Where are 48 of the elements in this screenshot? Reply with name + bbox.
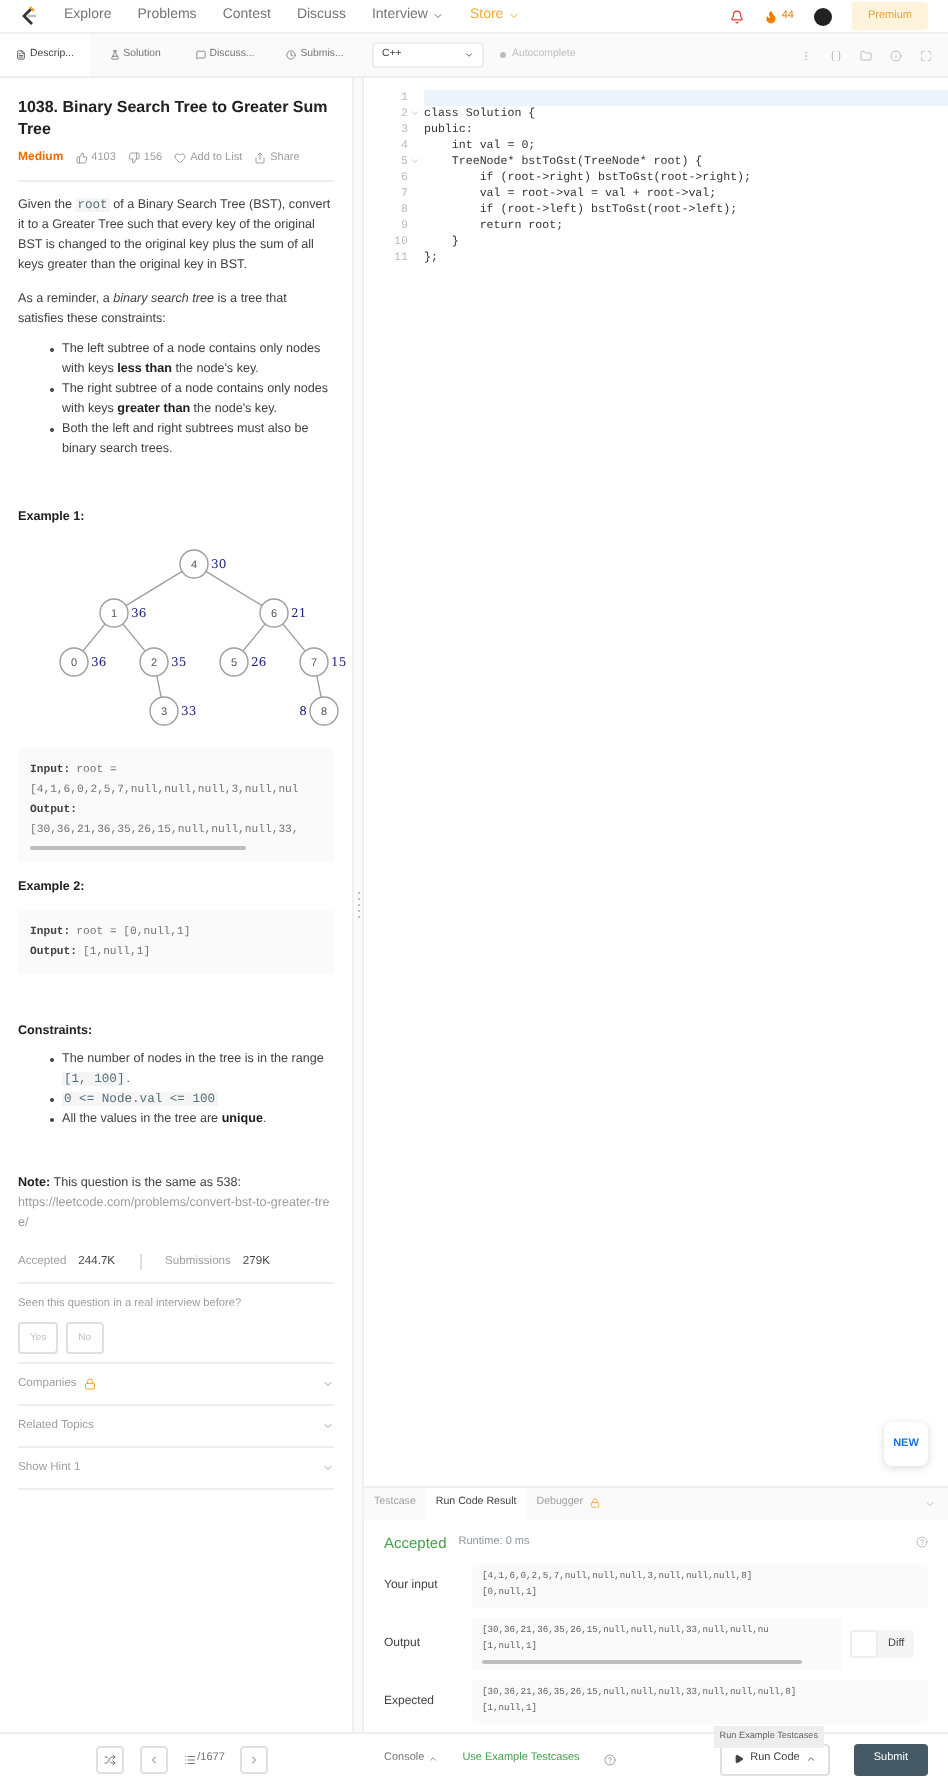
tab-icon (109, 50, 120, 60)
previous-button[interactable] (139, 1745, 168, 1773)
tab-icon (195, 50, 206, 60)
lock-icon (84, 1378, 97, 1390)
tab-icon (16, 50, 27, 60)
braces-icon[interactable] (830, 49, 842, 61)
tree-edge (316, 675, 322, 698)
flame-icon (763, 9, 778, 23)
info-icon[interactable] (890, 49, 902, 61)
fold-icon[interactable] (410, 156, 420, 166)
share-icon (254, 152, 267, 164)
shuffle-button[interactable] (95, 1745, 124, 1773)
avatar[interactable] (813, 7, 832, 25)
heart-icon (174, 152, 187, 164)
next-button[interactable] (240, 1745, 269, 1773)
chevron-up-icon (428, 1754, 439, 1764)
resize-handle[interactable] (352, 78, 364, 1732)
tree-edge (122, 623, 146, 652)
folder-icon[interactable] (860, 49, 872, 61)
thumbs-up-icon (75, 152, 88, 164)
shuffle-icon (103, 1753, 116, 1765)
lock-icon (589, 1498, 600, 1509)
play-icon (734, 1754, 745, 1764)
chevron-up-icon (805, 1754, 816, 1764)
thumbs-down-icon (127, 152, 140, 164)
chevron-down-icon (322, 1420, 334, 1432)
chevron-down-icon (507, 10, 520, 22)
chevron-down-icon (322, 1462, 334, 1474)
tree-edge (282, 623, 306, 652)
help-icon[interactable] (916, 1536, 928, 1549)
chevron-down-icon[interactable] (924, 1497, 936, 1510)
tree-edge (205, 570, 263, 607)
chevron-right-icon (248, 1753, 261, 1765)
chevron-left-icon (147, 1753, 160, 1765)
notification-icon[interactable] (729, 9, 744, 23)
list-icon (183, 1753, 196, 1765)
help-icon[interactable] (603, 1753, 616, 1765)
chevron-down-icon (431, 10, 444, 22)
tree-edge (125, 570, 183, 607)
problem-title: 1038. Binary Search Tree to Greater Sum Tree (18, 96, 330, 140)
caret-icon (464, 50, 474, 60)
tree-edge (156, 675, 162, 698)
fold-icon[interactable] (410, 108, 420, 118)
chevron-down-icon (322, 1378, 334, 1390)
tree-edge (242, 623, 266, 652)
tab-icon (286, 50, 297, 60)
tree-edge (82, 623, 106, 652)
logo-icon[interactable] (20, 6, 38, 26)
